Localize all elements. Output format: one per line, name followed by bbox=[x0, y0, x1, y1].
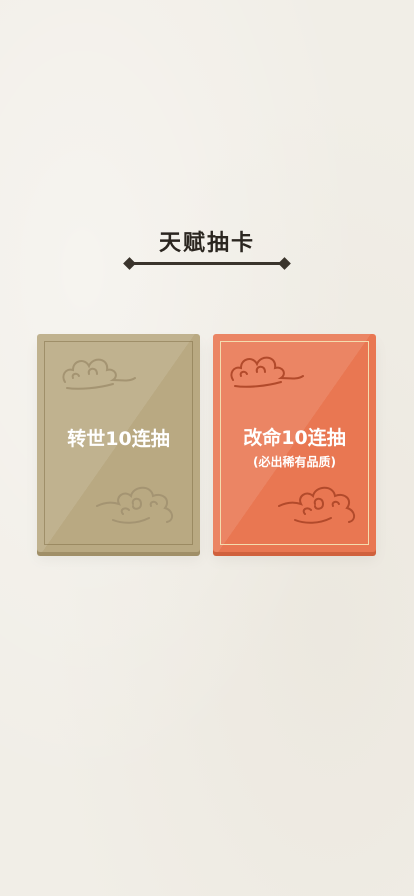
divider-left-diamond bbox=[123, 257, 136, 270]
divider-right-diamond bbox=[278, 257, 291, 270]
fate-change-draw-card[interactable]: 改命10连抽 (必出稀有品质) bbox=[213, 334, 376, 552]
cloud-icon bbox=[62, 358, 136, 390]
fate-change-draw-label: 改命10连抽 bbox=[243, 427, 346, 449]
cloud-icon bbox=[278, 486, 355, 524]
guaranteed-rare-note: (必出稀有品质) bbox=[253, 455, 336, 469]
cloud-icon bbox=[96, 486, 173, 524]
page-title: 天赋抽卡 bbox=[158, 231, 255, 256]
reincarnation-draw-label: 转世10连抽 bbox=[67, 428, 170, 450]
reincarnation-draw-card[interactable]: 转世10连抽 bbox=[37, 334, 200, 552]
cloud-icon bbox=[230, 356, 304, 388]
divider-line bbox=[130, 262, 284, 265]
